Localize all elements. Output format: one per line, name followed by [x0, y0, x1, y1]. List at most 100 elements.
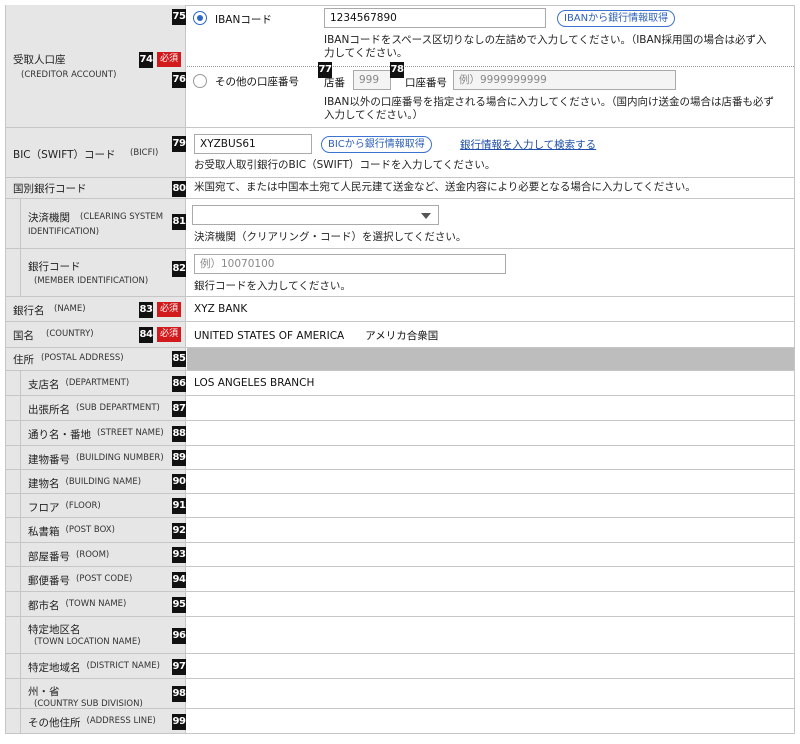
member-id-label-cell: 銀行コード (MEMBER IDENTIFICATION) 82: [5, 249, 186, 296]
address-row: 特定地区名 (TOWN LOCATION NAME) 96: [5, 617, 795, 654]
iban-radio-label[interactable]: IBANコード: [215, 12, 272, 27]
bank-name-row: 銀行名 (NAME) 83 必須 XYZ BANK: [5, 297, 795, 322]
address-label-cell: 特定地域名 (DISTRICT NAME) 97: [5, 654, 186, 678]
address-content: LOS ANGELES BRANCH: [187, 371, 795, 395]
address-label: フロア: [28, 502, 60, 514]
address-label-cell: 郵便番号 (POST CODE) 94: [5, 567, 186, 591]
address-label-en: (SUB DEPARTMENT): [76, 403, 160, 413]
address-content: [187, 421, 795, 445]
country-label-cell: 国名 (COUNTRY) 84 必須: [5, 322, 186, 347]
address-row: 建物番号 (BUILDING NUMBER) 89: [5, 446, 795, 470]
chevron-down-icon: [421, 213, 431, 219]
bic-label-cell: BIC（SWIFT）コード (BICFI) 79: [5, 128, 186, 177]
field-number-badge: 87: [172, 401, 186, 417]
address-label-en: (BUILDING NAME): [65, 477, 142, 487]
address-content: [187, 543, 795, 566]
address-content: [187, 470, 795, 493]
field-number-badge: 95: [172, 597, 186, 613]
bic-lookup-button[interactable]: BICから銀行情報取得: [321, 136, 432, 153]
field-number-badge: 78: [390, 62, 404, 78]
bic-label-en: (BICFI): [130, 148, 159, 158]
address-label: 建物番号: [28, 454, 70, 466]
field-number-badge: 83: [139, 302, 153, 318]
clearing-system-select[interactable]: [192, 205, 439, 225]
address-label-cell: 州・省 (COUNTRY SUB DIVISION) 98: [5, 679, 186, 709]
address-content: [187, 592, 795, 616]
field-number-badge: 88: [172, 426, 186, 442]
iban-lookup-button[interactable]: IBANから銀行情報取得: [557, 10, 676, 27]
iban-input[interactable]: 1234567890: [324, 8, 546, 28]
clearing-system-label-en2: IDENTIFICATION): [28, 227, 100, 237]
field-number-badge: 86: [172, 376, 186, 392]
field-number-badge: 74: [139, 52, 153, 68]
address-row: 出張所名 (SUB DEPARTMENT) 87: [5, 396, 795, 421]
country-bank-code-hint: 米国宛て、または中国本土宛て人民元建て送金など、送金内容により必要となる場合に入…: [194, 181, 696, 193]
country-label-en: (COUNTRY): [46, 329, 94, 339]
bank-name-label: 銀行名: [13, 305, 45, 317]
address-label: 支店名: [28, 379, 60, 391]
creditor-account-label-en: (CREDITOR ACCOUNT): [21, 70, 117, 80]
country-label: 国名: [13, 330, 34, 342]
member-id-input[interactable]: 例）10070100: [194, 254, 506, 274]
address-label-en: (DEPARTMENT): [65, 378, 130, 388]
other-account-radio[interactable]: [193, 74, 207, 88]
field-number-badge: 75: [172, 9, 186, 25]
address-row: 部屋番号 (ROOM) 93: [5, 543, 795, 567]
address-label-cell: 建物名 (BUILDING NAME) 90: [5, 470, 186, 493]
field-number-badge: 76: [172, 72, 186, 88]
address-row: 郵便番号 (POST CODE) 94: [5, 567, 795, 592]
address-content: [187, 709, 795, 733]
creditor-account-label-cell: 受取人口座 (CREDITOR ACCOUNT) 74 必須 75 76: [5, 5, 186, 127]
address-row: 通り名・番地 (STREET NAME) 88: [5, 421, 795, 446]
clearing-system-hint: 決済機関（クリアリング・コード）を選択してください。: [194, 231, 467, 243]
address-label-cell: 支店名 (DEPARTMENT) 86: [5, 371, 186, 395]
country-bank-code-label-cell: 国別銀行コード 80: [5, 178, 186, 198]
country-row: 国名 (COUNTRY) 84 必須 UNITED STATES OF AMER…: [5, 322, 795, 348]
address-label-cell: 私書箱 (POST BOX) 92: [5, 518, 186, 542]
address-content: [187, 617, 795, 653]
country-bank-code-content: 米国宛て、または中国本土宛て人民元建て送金など、送金内容により必要となる場合に入…: [187, 178, 795, 198]
field-number-badge: 92: [172, 523, 186, 539]
address-content: [187, 567, 795, 591]
address-label: 建物名: [28, 478, 60, 490]
required-badge: 必須: [157, 327, 181, 342]
address-label-cell: 出張所名 (SUB DEPARTMENT) 87: [5, 396, 186, 420]
address-label-cell: 都市名 (TOWN NAME) 95: [5, 592, 186, 616]
address-label-en: (POST BOX): [65, 525, 115, 535]
field-number-badge: 84: [139, 327, 153, 343]
bic-input[interactable]: XYZBUS61: [194, 134, 312, 154]
field-number-badge: 90: [172, 474, 186, 490]
required-badge: 必須: [157, 302, 181, 317]
account-number-input[interactable]: 例）9999999999: [453, 70, 676, 90]
address-content: [187, 494, 795, 517]
account-number-label: 口座番号: [405, 77, 447, 89]
member-id-label-en: (MEMBER IDENTIFICATION): [34, 276, 149, 286]
address-label-cell: 通り名・番地 (STREET NAME) 88: [5, 421, 186, 445]
bank-search-link[interactable]: 銀行情報を入力して検索する: [460, 137, 596, 152]
address-value: LOS ANGELES BRANCH: [194, 377, 315, 389]
iban-hint: IBANコードをスペース区切りなしの左詰めで入力してください。（IBAN採用国の…: [324, 34, 767, 59]
field-number-badge: 91: [172, 498, 186, 514]
bank-name-content: XYZ BANK: [187, 297, 795, 321]
branch-input[interactable]: 999: [353, 70, 391, 90]
address-row: 私書箱 (POST BOX) 92: [5, 518, 795, 543]
other-account-radio-label[interactable]: その他の口座番号: [215, 74, 299, 89]
creditor-account-content: IBANコード 1234567890 IBANから銀行情報取得 IBANコードを…: [187, 5, 795, 127]
postal-address-row: 住所 (POSTAL ADDRESS) 85: [5, 348, 795, 371]
member-id-label: 銀行コード: [28, 261, 81, 273]
iban-radio[interactable]: [193, 11, 207, 25]
field-number-badge: 81: [172, 214, 186, 230]
field-number-badge: 94: [172, 572, 186, 588]
clearing-system-label-en1: (CLEARING SYSTEM: [80, 212, 164, 222]
address-content: [187, 396, 795, 420]
address-label: 都市名: [28, 600, 60, 612]
country-value: UNITED STATES OF AMERICA アメリカ合衆国: [194, 330, 439, 342]
address-label: 郵便番号: [28, 575, 70, 587]
address-label-en: (DISTRICT NAME): [86, 661, 160, 671]
postal-address-label-cell: 住所 (POSTAL ADDRESS) 85: [5, 348, 186, 370]
address-content: [187, 518, 795, 542]
address-label-en: (ROOM): [76, 550, 110, 560]
bic-hint: お受取人取引銀行のBIC（SWIFT）コードを入力してください。: [194, 159, 496, 171]
bank-name-label-en: (NAME): [54, 304, 86, 314]
address-row: 特定地域名 (DISTRICT NAME) 97: [5, 654, 795, 679]
